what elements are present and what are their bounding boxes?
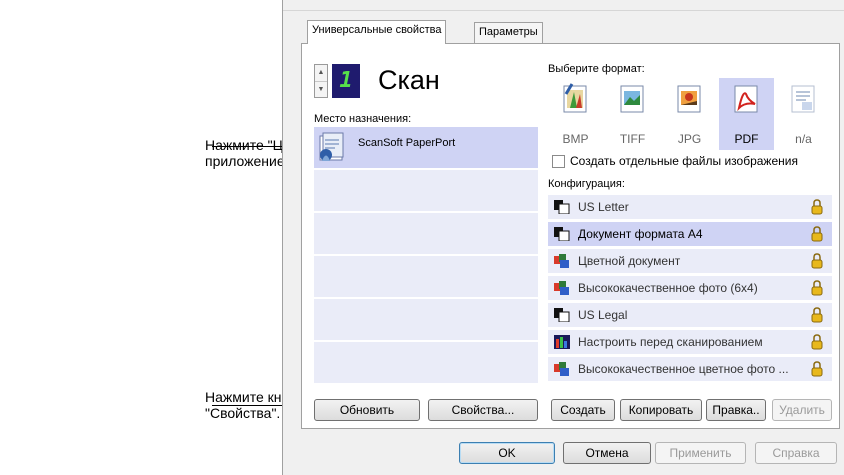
separate-files-checkbox[interactable] [552, 155, 565, 168]
lock-icon [811, 280, 823, 296]
config-item[interactable]: Высококачественное цветное фото ... [548, 357, 832, 381]
color-doc-icon [554, 362, 569, 376]
edit-button[interactable]: Правка.. [706, 399, 766, 421]
ok-button[interactable]: OK [459, 442, 555, 464]
format-option-label: BMP [562, 132, 589, 146]
config-item-label: Цветной документ [578, 254, 681, 268]
properties-button[interactable]: Свойства... [428, 399, 538, 421]
config-item-label: US Letter [578, 200, 629, 214]
bw-doc-icon [554, 200, 570, 214]
copy-button[interactable]: Копировать [620, 399, 702, 421]
tab-universal-properties[interactable]: Универсальные свойства [307, 20, 447, 44]
paperport-icon [319, 132, 344, 161]
lock-icon [811, 226, 823, 242]
format-option-na[interactable]: n/a [776, 78, 831, 150]
configure-icon [554, 335, 570, 349]
config-item[interactable]: Цветной документ [548, 249, 832, 273]
destination-item-empty[interactable] [314, 213, 538, 255]
configuration-label: Конфигурация: [548, 178, 625, 190]
lock-icon [811, 253, 823, 269]
config-item[interactable]: US Legal [548, 303, 832, 327]
refresh-button[interactable]: Обновить [314, 399, 420, 421]
tiff-icon [620, 85, 644, 113]
config-item[interactable]: Документ формата А4 [548, 222, 832, 246]
text-icon [791, 85, 815, 113]
format-option-label: TIFF [619, 132, 646, 146]
scan-counter: 1 [332, 64, 360, 98]
format-option-jpg[interactable]: JPG [662, 78, 717, 150]
lock-icon [811, 307, 823, 323]
destination-item-empty[interactable] [314, 299, 538, 341]
bw-doc-icon [554, 227, 570, 241]
format-option-pdf[interactable]: PDF [719, 78, 774, 150]
lock-icon [811, 334, 823, 350]
tab-parameters[interactable]: Параметры [474, 22, 543, 43]
config-item-label: Документ формата А4 [578, 227, 703, 241]
destination-item-empty[interactable] [314, 170, 538, 212]
lock-icon [811, 361, 823, 377]
separate-files-label[interactable]: Создать отдельные файлы изображения [570, 154, 798, 168]
spin-down-icon[interactable]: ▼ [315, 81, 327, 97]
create-button[interactable]: Создать [551, 399, 615, 421]
bw-doc-icon [554, 308, 570, 322]
config-item[interactable]: US Letter [548, 195, 832, 219]
delete-button[interactable]: Удалить [772, 399, 832, 421]
color-doc-icon [554, 281, 569, 295]
format-option-tiff[interactable]: TIFF [605, 78, 660, 150]
scan-spinner[interactable]: ▲ ▼ [314, 64, 328, 98]
format-option-bmp[interactable]: BMP [548, 78, 603, 150]
config-item-label: US Legal [578, 308, 628, 322]
format-option-label: PDF [734, 132, 759, 146]
format-label: Выберите формат: [548, 63, 645, 75]
config-item-label: Высококачественное цветное фото ... [578, 362, 789, 376]
window-edge [283, 10, 844, 11]
help-button[interactable]: Справка [755, 442, 837, 464]
destination-list: ScanSoft PaperPort [314, 127, 538, 389]
format-option-label: n/a [795, 132, 812, 146]
lock-icon [811, 199, 823, 215]
cancel-button[interactable]: Отмена [563, 442, 651, 464]
scan-title: Скан [378, 65, 440, 95]
format-option-label: JPG [677, 132, 702, 146]
spin-up-icon[interactable]: ▲ [315, 65, 327, 81]
destination-item-empty[interactable] [314, 342, 538, 384]
config-item-label: Настроить перед сканированием [578, 335, 763, 349]
config-item[interactable]: Настроить перед сканированием [548, 330, 832, 354]
config-item-label: Высококачественное фото (6x4) [578, 281, 758, 295]
apply-button[interactable]: Применить [655, 442, 746, 464]
destination-item-empty[interactable] [314, 256, 538, 298]
destination-label: Место назначения: [314, 113, 412, 125]
format-options: BMP TIFF JPG PDF n/a [548, 78, 834, 150]
pdf-icon [734, 85, 758, 113]
bmp-icon [563, 83, 587, 113]
destination-item-paperport[interactable]: ScanSoft PaperPort [314, 127, 538, 169]
config-item[interactable]: Высококачественное фото (6x4) [548, 276, 832, 300]
color-doc-icon [554, 254, 569, 268]
destination-item-label: ScanSoft PaperPort [358, 137, 456, 149]
jpg-icon [677, 85, 701, 113]
